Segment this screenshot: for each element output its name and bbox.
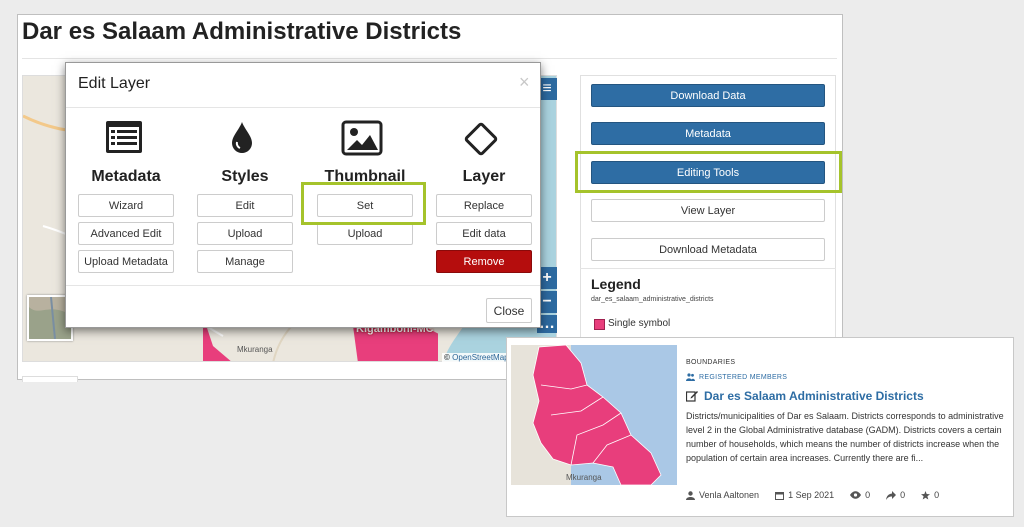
set-thumbnail-highlight: [301, 182, 426, 225]
card-shares: 0: [900, 490, 906, 500]
card-permission-label: REGISTERED MEMBERS: [699, 373, 788, 381]
modal-header-divider: [66, 107, 540, 108]
eye-icon: [850, 491, 862, 499]
advanced-edit-button[interactable]: Advanced Edit: [78, 222, 174, 245]
user-icon: [686, 490, 695, 500]
card-category[interactable]: BOUNDARIES: [686, 359, 735, 366]
manage-styles-button[interactable]: Manage: [197, 250, 293, 273]
diamond-icon: [464, 122, 498, 156]
image-icon: [341, 120, 383, 156]
legend-item-label: Single symbol: [608, 318, 671, 329]
replace-layer-button[interactable]: Replace: [436, 194, 532, 217]
editing-tools-highlight: [575, 151, 842, 193]
star-icon: [921, 490, 931, 500]
card-views: 0: [865, 490, 871, 500]
page-title: Dar es Salaam Administrative Districts: [22, 18, 462, 45]
card-footer: Venla Aaltonen 1 Sep 2021 0 0 0: [686, 490, 939, 500]
layer-thumbnail[interactable]: [511, 345, 677, 485]
remove-layer-button[interactable]: Remove: [436, 250, 532, 273]
upload-style-button[interactable]: Upload: [197, 222, 293, 245]
legend-swatch: [594, 319, 605, 330]
close-icon[interactable]: ×: [519, 72, 530, 93]
modal-title: Edit Layer: [78, 75, 151, 92]
card-author[interactable]: Venla Aaltonen: [699, 490, 759, 500]
thumbnail-label-mkuranga: Mkuranga: [566, 473, 602, 482]
edit-icon: [686, 391, 698, 402]
share-icon: [886, 490, 897, 500]
upload-metadata-button[interactable]: Upload Metadata: [78, 250, 174, 273]
map-attribution: © OpenStreetMap: [442, 353, 511, 362]
card-date: 1 Sep 2021: [788, 490, 835, 500]
list-icon: [106, 121, 142, 153]
thumbnail-map: [511, 345, 677, 485]
card-title: Dar es Salaam Administrative Districts: [704, 389, 924, 403]
osm-link[interactable]: OpenStreetMap: [452, 353, 508, 362]
card-permission: REGISTERED MEMBERS: [686, 373, 787, 381]
wizard-button[interactable]: Wizard: [78, 194, 174, 217]
title-divider: [22, 58, 837, 59]
view-layer-button[interactable]: View Layer: [591, 199, 825, 222]
modal-footer-divider: [66, 285, 540, 286]
legend-title: Legend: [591, 276, 641, 292]
download-data-button[interactable]: Download Data: [591, 84, 825, 107]
metadata-heading: Metadata: [91, 168, 161, 185]
legend-layer-name: dar_es_salaam_administrative_districts: [591, 296, 714, 303]
droplet-icon: [232, 122, 252, 153]
edit-data-button[interactable]: Edit data: [436, 222, 532, 245]
upload-thumbnail-button[interactable]: Upload: [317, 222, 413, 245]
card-description: Districts/municipalities of Dar es Salaa…: [686, 411, 1004, 463]
panel-divider: [580, 268, 836, 269]
metadata-button[interactable]: Metadata: [591, 122, 825, 145]
card-stars: 0: [934, 490, 940, 500]
layer-heading: Layer: [462, 168, 506, 185]
edit-style-button[interactable]: Edit: [197, 194, 293, 217]
download-metadata-button[interactable]: Download Metadata: [591, 238, 825, 261]
users-icon: [686, 373, 695, 381]
close-button[interactable]: Close: [486, 298, 532, 323]
card-title-link[interactable]: Dar es Salaam Administrative Districts: [686, 389, 924, 403]
window-tab-fragment: [22, 376, 78, 382]
map-label-mkuranga: Mkuranga: [237, 345, 273, 354]
calendar-icon: [775, 491, 785, 500]
styles-heading: Styles: [221, 168, 269, 185]
